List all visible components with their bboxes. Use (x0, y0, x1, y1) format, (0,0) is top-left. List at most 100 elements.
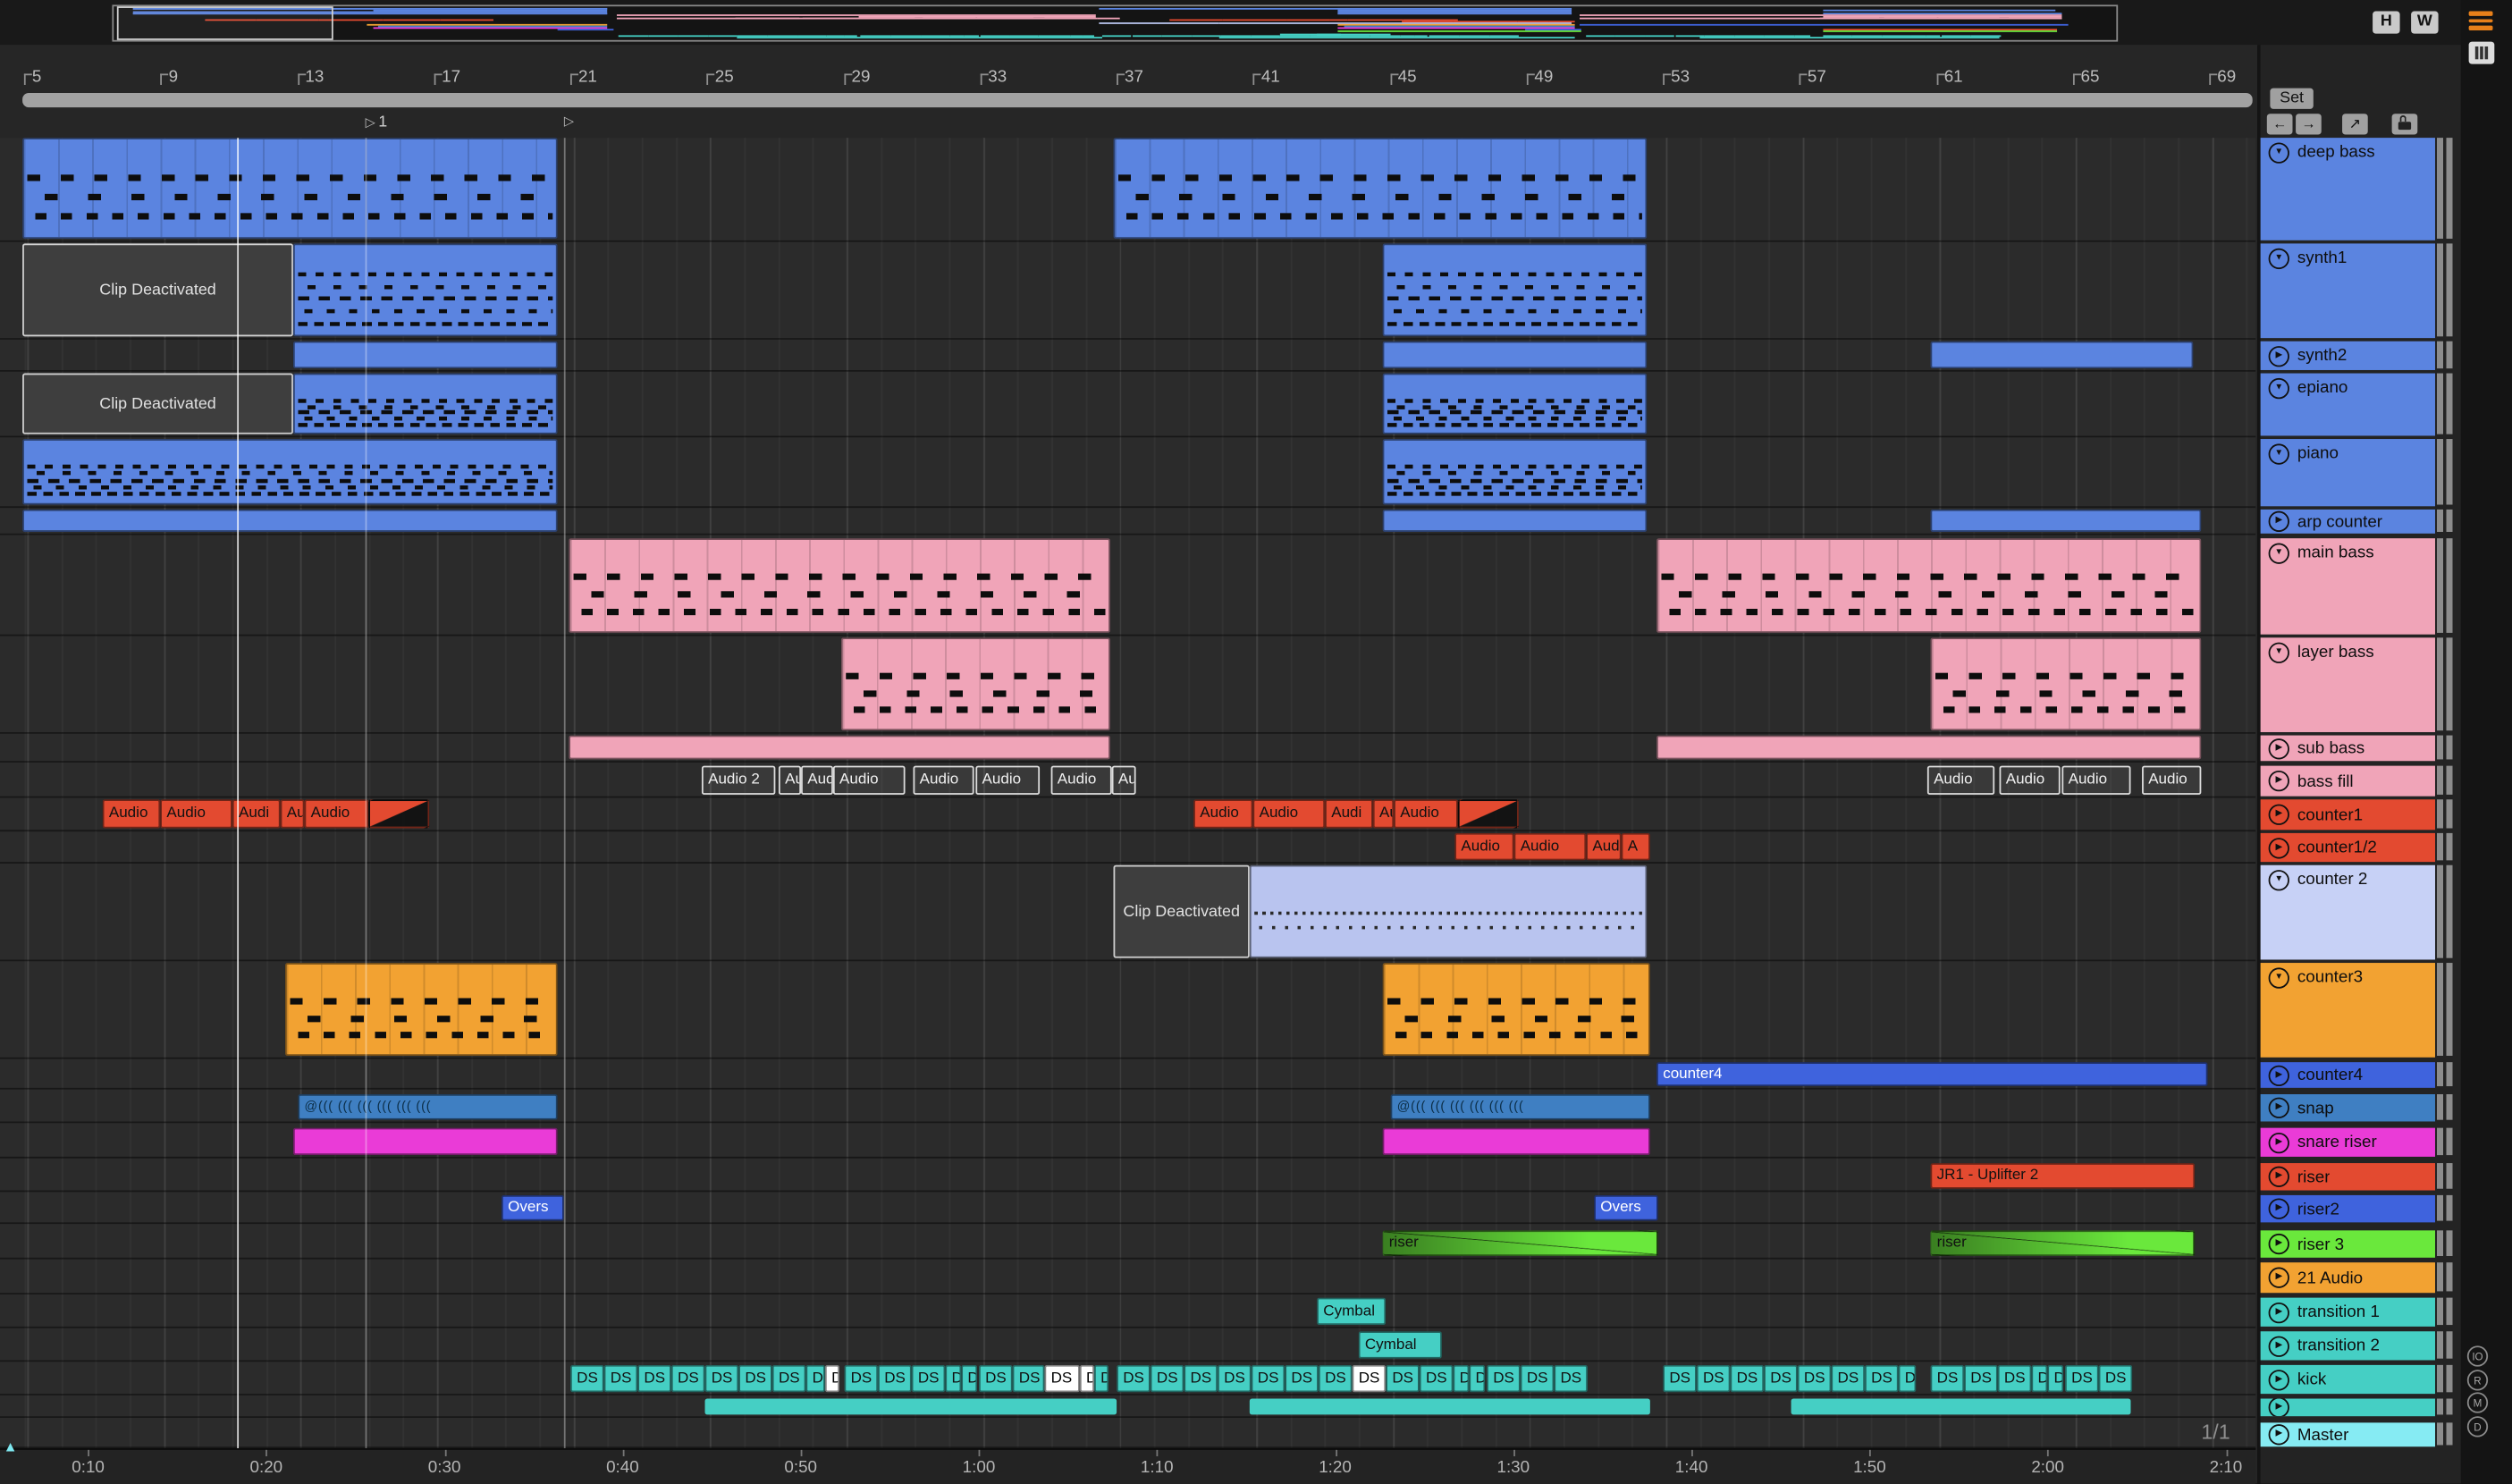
track-fold-icon[interactable]: ▶ (2268, 1335, 2289, 1357)
track-grab-handle[interactable] (2436, 799, 2453, 829)
clip[interactable] (1382, 1127, 1650, 1156)
clip[interactable]: DS (1831, 1364, 1866, 1393)
clip[interactable]: DS (1419, 1364, 1454, 1393)
track-unfold-icon[interactable]: ▼ (2268, 377, 2289, 400)
clip[interactable]: Aud (801, 765, 833, 795)
track-lane-synth1[interactable]: Clip Deactivated (0, 243, 2256, 340)
clip[interactable]: D (1469, 1364, 1486, 1393)
track-fold-icon[interactable]: ▶ (2268, 1132, 2289, 1153)
clip[interactable]: DS (878, 1364, 912, 1393)
midi-clip[interactable] (22, 439, 558, 505)
clip[interactable]: D (2031, 1364, 2048, 1393)
track-lane-counter-2[interactable]: Clip Deactivated (0, 864, 2256, 962)
track-lane-deep-bass[interactable] (0, 138, 2256, 242)
clip[interactable]: JR1 - Uplifter 2 (1930, 1163, 2196, 1189)
midi-clip[interactable] (1382, 963, 1650, 1056)
clip[interactable]: D (1453, 1364, 1470, 1393)
track-fold-icon[interactable]: ▶ (2268, 1424, 2289, 1446)
clip[interactable]: DS (1012, 1364, 1045, 1393)
clip[interactable]: D (961, 1364, 978, 1393)
track-header-sub-bass[interactable]: ▶ sub bass (2260, 735, 2435, 762)
clip[interactable]: Audio (832, 765, 906, 795)
track-fold-icon[interactable]: ▶ (2268, 345, 2289, 367)
track-lane-layer-bass[interactable] (0, 637, 2256, 734)
clip[interactable] (704, 1398, 1117, 1415)
bar-ruler[interactable]: 5 9 13 17 21 25 29 33 37 41 45 49 53 57 61 65 69 (0, 45, 2259, 90)
section-toggle-r[interactable]: R (2466, 1369, 2489, 1390)
track-grab-handle[interactable] (2436, 1230, 2453, 1257)
track-lane-counter4[interactable]: counter4 (0, 1062, 2256, 1090)
clip[interactable]: D (2047, 1364, 2064, 1393)
midi-clip[interactable] (1382, 243, 1648, 337)
clip[interactable]: DS (603, 1364, 638, 1393)
clip[interactable]: Audio (1999, 765, 2061, 795)
track-header-snare-riser[interactable]: ▶ snare riser (2260, 1127, 2435, 1157)
horizontal-scrollbar[interactable] (22, 92, 2253, 108)
clip[interactable] (1791, 1398, 2131, 1415)
panel-toggle-button[interactable] (2468, 41, 2495, 64)
clip[interactable]: Audio (1050, 765, 1112, 795)
menu-icon[interactable] (2468, 11, 2493, 33)
clip[interactable]: DS (1487, 1364, 1521, 1393)
track-header-epiano[interactable]: ▼ epiano (2260, 373, 2435, 436)
track-fold-icon[interactable]: ▶ (2268, 1097, 2289, 1118)
clip[interactable]: Audio (1193, 799, 1253, 829)
clip[interactable]: DS (911, 1364, 946, 1393)
clip[interactable]: DS (844, 1364, 879, 1393)
clip[interactable] (1382, 509, 1648, 532)
clip[interactable]: DS (1797, 1364, 1832, 1393)
clip[interactable]: DS (1386, 1364, 1420, 1393)
track-grab-handle[interactable] (2436, 963, 2453, 1056)
clip[interactable]: DS (1117, 1364, 1151, 1393)
track-grab-handle[interactable] (2436, 1094, 2453, 1120)
track-grab-handle[interactable] (2436, 637, 2453, 731)
clip[interactable]: Clip Deactivated (22, 243, 293, 337)
track-fold-icon[interactable]: ▶ (2268, 771, 2289, 792)
track-header-synth2[interactable]: ▶ synth2 (2260, 341, 2435, 370)
track-unfold-icon[interactable]: ▼ (2268, 543, 2289, 564)
track-unfold-icon[interactable]: ▼ (2268, 248, 2289, 270)
clip[interactable] (368, 799, 430, 829)
track-unfold-icon[interactable]: ▼ (2268, 870, 2289, 891)
midi-clip[interactable] (284, 963, 558, 1056)
clip[interactable] (1930, 341, 2194, 369)
clip[interactable]: D (1094, 1364, 1109, 1393)
clip[interactable]: DS (637, 1364, 671, 1393)
midi-clip[interactable] (292, 373, 558, 434)
clip[interactable]: DS (978, 1364, 1013, 1393)
clip[interactable]: DS (1730, 1364, 1765, 1393)
track-header-layer-bass[interactable]: ▼ layer bass (2260, 637, 2435, 732)
clip[interactable]: DS (1997, 1364, 2032, 1393)
clip[interactable]: DS (1964, 1364, 1998, 1393)
track-unfold-icon[interactable]: ▼ (2268, 443, 2289, 465)
track-header-bass-fill[interactable]: ▶ bass fill (2260, 765, 2435, 797)
track-fold-icon[interactable]: ▶ (2268, 1198, 2289, 1219)
track-lane-riser[interactable]: JR1 - Uplifter 2 (0, 1163, 2256, 1193)
track-lane-snap[interactable]: @((( ((( ((( ((( ((( ((( @((( ((( ((( (((… (0, 1094, 2256, 1124)
clip[interactable] (1930, 509, 2202, 532)
track-grab-handle[interactable] (2436, 439, 2453, 505)
track-header-riser2[interactable]: ▶ riser2 (2260, 1194, 2435, 1223)
clip[interactable]: DS (1217, 1364, 1252, 1393)
clip[interactable]: DS (1184, 1364, 1218, 1393)
track-header-counter4[interactable]: ▶ counter4 (2260, 1062, 2435, 1088)
arrangement-grid[interactable]: Clip Deactivated Clip Deactivated Audio 2A… (0, 138, 2256, 1449)
clip[interactable]: @((( ((( ((( ((( ((( ((( (1390, 1094, 1650, 1120)
nav-left-button[interactable]: ← (2266, 114, 2293, 135)
track-fold-icon[interactable]: ▶ (2268, 738, 2289, 759)
track-grab-handle[interactable] (2436, 1398, 2453, 1415)
clip[interactable]: DS (1285, 1364, 1319, 1393)
clip[interactable]: Au (280, 799, 305, 829)
clip[interactable]: @((( ((( ((( ((( ((( ((( (298, 1094, 558, 1120)
track-grab-handle[interactable] (2436, 1163, 2453, 1189)
playhead[interactable] (237, 138, 240, 1449)
track-lane-counter1[interactable]: Audio Audio Audi Au Audio Audio Audio Audi Au Aud… (0, 799, 2256, 832)
track-grab-handle[interactable] (2436, 864, 2453, 958)
track-lane-kick[interactable]: DSDSDSDSDSDSDSDDDSDSDSDDDSDSDSDDDSDSDSDS… (0, 1364, 2256, 1395)
section-toggle-d[interactable]: D (2466, 1415, 2489, 1437)
midi-clip[interactable] (1930, 637, 2202, 731)
track-header-riser[interactable]: ▶ riser (2260, 1163, 2435, 1191)
clip[interactable]: riser (1930, 1230, 2196, 1257)
clip[interactable] (1382, 341, 1648, 369)
clip[interactable]: Audio (1926, 765, 1995, 795)
